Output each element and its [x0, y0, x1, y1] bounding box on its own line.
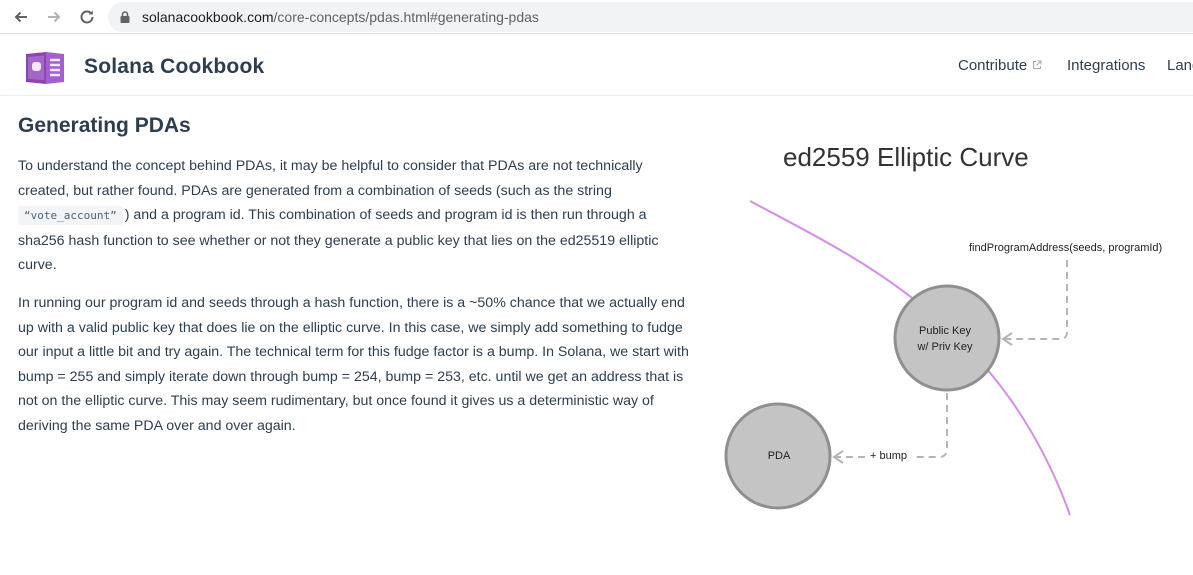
- reload-button[interactable]: [75, 5, 99, 29]
- nav-contribute[interactable]: Contribute: [958, 57, 1042, 74]
- cookbook-logo[interactable]: [22, 48, 66, 86]
- site-header: Solana Cookbook Contribute Integrations …: [0, 36, 1193, 96]
- paragraph-2: In running our program id and seeds thro…: [18, 294, 689, 434]
- reload-icon: [80, 10, 94, 24]
- nav-languages[interactable]: Lang: [1167, 57, 1193, 74]
- lock-icon: [120, 11, 130, 23]
- article-content: Generating PDAs To understand the concep…: [18, 114, 690, 452]
- url-text: solanacookbook.com/core-concepts/pdas.ht…: [142, 9, 539, 25]
- site-title[interactable]: Solana Cookbook: [84, 55, 264, 79]
- pda-diagram: ed2559 Elliptic Curve findProgramAddress…: [700, 110, 1193, 520]
- url-path: /core-concepts/pdas.html#generating-pdas: [273, 9, 539, 25]
- nav-contribute-label: Contribute: [958, 57, 1028, 74]
- paragraph-1-text-a: To understand the concept behind PDAs, i…: [18, 158, 643, 199]
- pda-label: PDA: [767, 450, 791, 462]
- inline-code: “vote_account”: [18, 206, 123, 226]
- paragraph-1: To understand the concept behind PDAs, i…: [18, 154, 690, 278]
- nav-integrations[interactable]: Integrations: [1067, 57, 1145, 74]
- url-host: solanacookbook.com: [142, 9, 274, 25]
- bump-arrow: [914, 393, 948, 458]
- arrow-left-icon: [14, 11, 27, 23]
- external-link-icon: [1033, 60, 1042, 69]
- arrow-right-icon: [48, 11, 61, 23]
- bump-label: + bump: [870, 450, 907, 462]
- public-key-label-line2: w/ Priv Key: [917, 341, 973, 353]
- public-key-label-line1: Public Key: [919, 325, 971, 337]
- derive-arrow: [1004, 260, 1068, 340]
- function-label: findProgramAddress(seeds, programId): [969, 242, 1163, 254]
- address-bar[interactable]: solanacookbook.com/core-concepts/pdas.ht…: [108, 2, 1193, 32]
- forward-button[interactable]: [42, 5, 66, 29]
- browser-toolbar: solanacookbook.com/core-concepts/pdas.ht…: [0, 0, 1193, 34]
- page-title: Generating PDAs: [18, 114, 191, 137]
- public-key-label: Public Key w/ Priv Key: [895, 323, 995, 355]
- back-button[interactable]: [9, 5, 33, 29]
- diagram-title: ed2559 Elliptic Curve: [783, 142, 1029, 172]
